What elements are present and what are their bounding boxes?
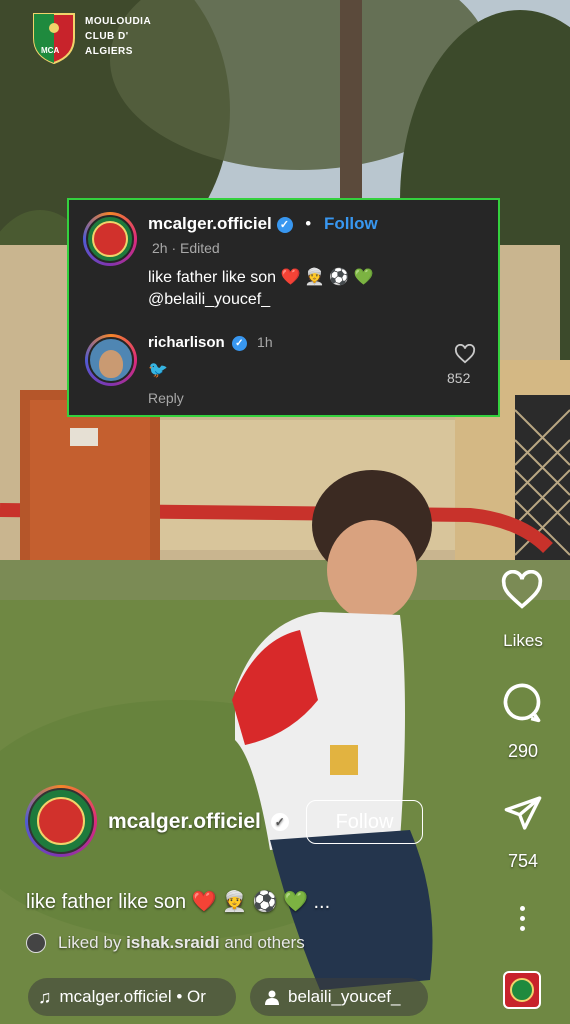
reply-like-count: 852	[447, 370, 471, 386]
club-avatar-icon	[37, 797, 85, 845]
post-author-avatar[interactable]	[25, 785, 97, 857]
audio-thumbnail[interactable]	[503, 971, 541, 1009]
liked-by-user[interactable]: ishak.sraidi	[126, 933, 220, 953]
commenter-avatar[interactable]	[83, 212, 137, 266]
video-background	[0, 0, 570, 1024]
club-watermark: MCA MOULOUDIA CLUB D' ALGIERS	[30, 8, 151, 70]
club-name: MOULOUDIA CLUB D' ALGIERS	[85, 14, 151, 59]
reply-author[interactable]: richarlison	[148, 334, 225, 351]
reply-header: richarlison ✓ 1h	[148, 334, 273, 351]
person-icon	[265, 990, 279, 1005]
comment-icon[interactable]	[500, 680, 544, 724]
send-icon[interactable]	[502, 793, 544, 833]
verified-icon: ✓	[276, 216, 293, 233]
club-name-line3: ALGIERS	[85, 46, 133, 57]
comment-meta: 2h · Edited	[152, 240, 220, 256]
shares-count: 754	[507, 851, 539, 871]
caption-more[interactable]: ...	[313, 891, 330, 913]
comment-author[interactable]: mcalger.officiel	[148, 214, 272, 233]
reply-text: 🐦	[148, 362, 168, 379]
liked-by-suffix: and others	[224, 933, 305, 952]
club-name-line2: CLUB D'	[85, 31, 129, 42]
crest-label: MCA	[41, 46, 60, 55]
post-follow-button[interactable]: Follow	[306, 800, 423, 844]
reply-time: 1h	[257, 334, 273, 350]
comments-count: 290	[507, 741, 539, 761]
audio-pill[interactable]: ♫ mcalger.officiel • Or	[28, 978, 236, 1016]
music-icon: ♫	[38, 986, 52, 1007]
heart-icon[interactable]	[454, 344, 476, 364]
comment-card: mcalger.officiel ✓ • Follow 2h · Edited …	[67, 198, 500, 417]
liker-avatar	[26, 933, 46, 953]
club-avatar-icon	[92, 221, 128, 257]
likes-label: Likes	[503, 631, 543, 650]
comment-mention[interactable]: @belaili_youcef_	[148, 291, 270, 309]
reply-avatar-face	[99, 350, 123, 378]
tagged-user-text: belaili_youcef_	[288, 987, 401, 1006]
heart-icon[interactable]	[500, 570, 544, 610]
post-username: mcalger.officiel ✓	[108, 810, 289, 834]
verified-icon: ✓	[270, 813, 289, 832]
tagged-user-pill[interactable]: belaili_youcef_	[250, 978, 428, 1016]
reply-avatar[interactable]	[85, 334, 137, 386]
club-crest-icon	[33, 13, 75, 64]
post-caption[interactable]: like father like son ❤️ 👳 ⚽ 💚 ...	[26, 889, 330, 914]
reply-button[interactable]: Reply	[148, 390, 184, 406]
comment-text-line1: like father like son ❤️ 👳 ⚽ 💚	[148, 269, 374, 286]
post-username-text[interactable]: mcalger.officiel	[108, 810, 261, 833]
audio-text: mcalger.officiel • Or	[59, 987, 206, 1006]
more-icon[interactable]	[518, 905, 526, 935]
reel-screen: MCA MOULOUDIA CLUB D' ALGIERS mcalger.of…	[0, 0, 570, 1024]
verified-icon: ✓	[231, 335, 247, 351]
follow-link[interactable]: Follow	[324, 214, 378, 233]
club-audio-icon	[510, 978, 534, 1002]
liked-by-prefix: Liked by	[58, 933, 122, 952]
separator-dot: •	[305, 214, 312, 233]
comment-header: mcalger.officiel ✓ • Follow	[148, 214, 378, 234]
club-name-line1: MOULOUDIA	[85, 16, 152, 27]
caption-text: like father like son ❤️ 👳 ⚽ 💚	[26, 891, 308, 913]
liked-by-row[interactable]: Liked by ishak.sraidi and others	[26, 933, 305, 953]
